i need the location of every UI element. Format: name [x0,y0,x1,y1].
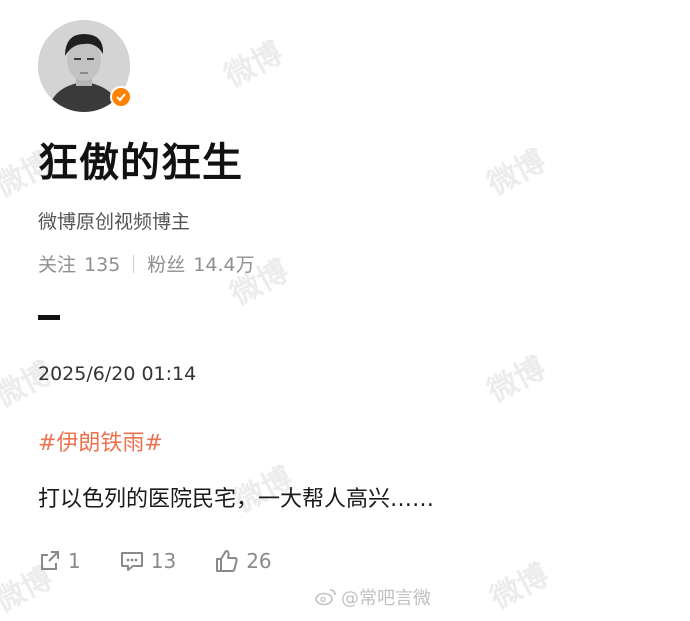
source-handle: @常吧言微 [341,588,431,609]
followers-stat[interactable]: 粉丝 14.4万 [147,250,254,277]
section-divider [38,315,60,320]
share-button[interactable]: 1 [38,549,81,573]
weibo-logo-icon [315,589,336,606]
profile-description: 微博原创视频博主 [38,211,191,233]
thumbs-up-icon [216,550,238,572]
comment-button[interactable]: 13 [119,549,176,573]
followers-label: 粉丝 [147,254,186,276]
watermark: 微博 [218,35,289,95]
following-stat[interactable]: 关注 135 [38,250,120,277]
followers-count: 14.4万 [193,254,255,276]
comment-icon [120,552,143,571]
action-bar: 1 13 26 [38,548,310,574]
share-count: 1 [68,549,81,573]
topic-hashtag-link[interactable]: #伊朗铁雨# [38,425,163,457]
watermark: 微博 [481,143,552,203]
following-count: 135 [84,254,121,276]
watermark: 微博 [481,350,552,410]
avatar[interactable] [38,20,132,112]
like-button[interactable]: 26 [214,548,272,574]
share-icon [41,551,59,570]
post-text: 打以色列的医院民宅，一大帮人高兴…… [38,487,435,512]
profile-name[interactable]: 狂傲的狂生 [38,130,243,188]
profile-stats: 关注 135 粉丝 14.4万 [38,250,255,277]
stats-divider [133,254,135,273]
post-timestamp: 2025/6/20 01:14 [38,363,197,385]
verified-badge-icon [110,86,132,108]
following-label: 关注 [38,254,77,276]
source-credit: @常吧言微 [315,584,431,610]
comment-count: 13 [150,549,177,573]
like-count: 26 [246,549,272,573]
watermark: 微博 [484,557,555,617]
